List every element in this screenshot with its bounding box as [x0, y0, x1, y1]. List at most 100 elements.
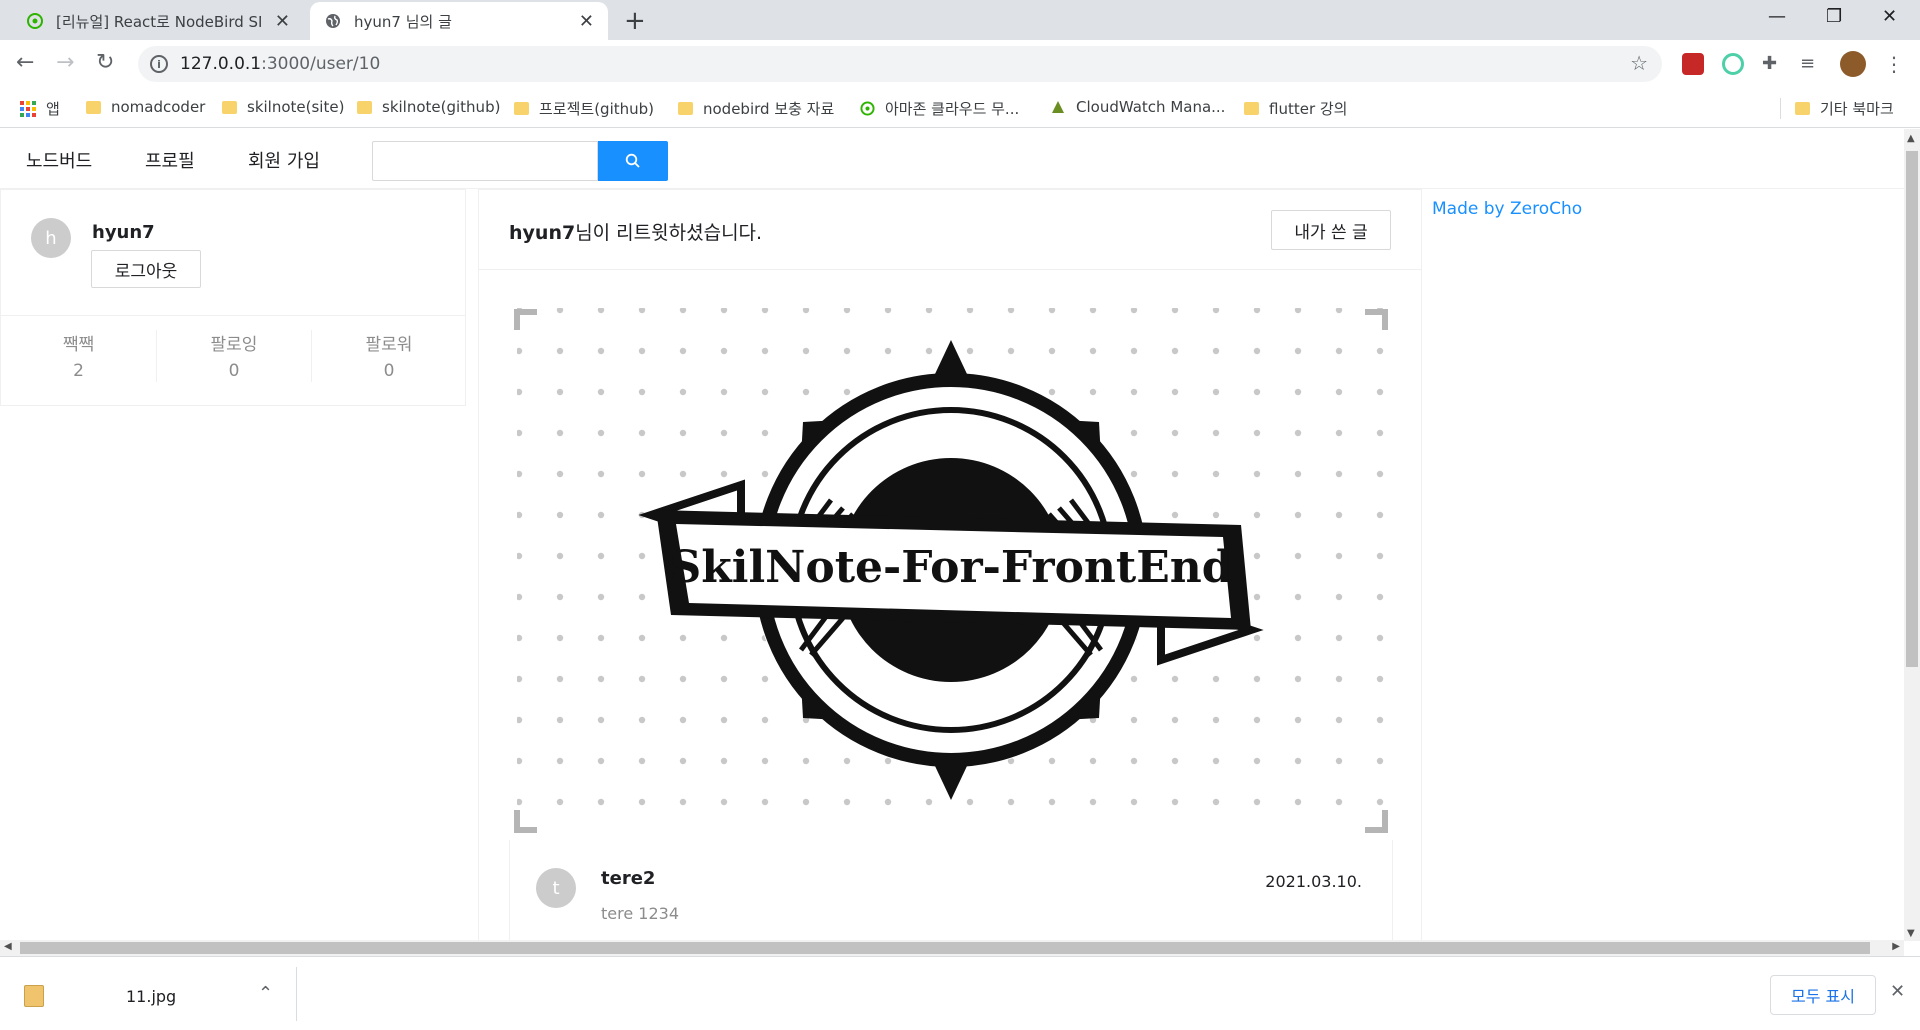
inflearn-icon — [26, 12, 44, 30]
address-bar[interactable]: i 127.0.0.1:3000/user/10 ☆ — [138, 46, 1662, 82]
bookmark-label: nomadcoder — [111, 98, 206, 116]
new-tab-icon[interactable]: + — [624, 6, 646, 36]
stat-value: 0 — [228, 361, 240, 381]
info-icon[interactable]: i — [150, 55, 168, 73]
bookmark-label: flutter 강의 — [1269, 100, 1348, 118]
bookmark-label: skilnote(github) — [382, 98, 501, 116]
url-path: :3000/user/10 — [261, 54, 381, 74]
menu-item-profile[interactable]: 프로필 — [145, 147, 195, 173]
cloudwatch-icon — [1052, 101, 1064, 113]
retweet-header: hyun7님이 리트윗하셨습니다. 내가 쓴 글 — [479, 190, 1421, 270]
browser-toolbar: ← → ↻ i 127.0.0.1:3000/user/10 ☆ ✚ ≡ ⋮ — [0, 40, 1920, 88]
author-avatar: t — [536, 868, 576, 908]
url-host: 127.0.0.1 — [180, 54, 262, 74]
retweet-title: hyun7님이 리트윗하셨습니다. — [509, 218, 762, 245]
author-name[interactable]: tere2 — [601, 868, 655, 889]
stat-followings: 팔로잉 0 — [156, 330, 311, 382]
retweeter-name: hyun7 — [509, 222, 576, 244]
image-file-icon — [24, 985, 44, 1007]
bookmark-label: 아마존 클라우드 무... — [885, 100, 1020, 118]
other-bookmarks[interactable]: 기타 북마크 — [1780, 98, 1894, 119]
bookmark-item[interactable]: skilnote(site) — [222, 98, 344, 116]
post-image-graphic: SkilNote-For-FrontEnd — [509, 300, 1393, 840]
bookmark-star-icon[interactable]: ☆ — [1630, 51, 1648, 75]
extension-icon[interactable] — [1682, 53, 1704, 75]
retweeted-post: SkilNote-For-FrontEnd t tere2 2021.03.10… — [509, 300, 1393, 941]
bookmark-item[interactable]: skilnote(github) — [357, 98, 500, 116]
bookmark-label: CloudWatch Mana... — [1076, 98, 1226, 116]
show-all-button[interactable]: 모두 표시 — [1770, 975, 1876, 1015]
back-icon[interactable]: ← — [16, 50, 34, 75]
stat-value: 0 — [383, 361, 395, 381]
puzzle-icon[interactable]: ✚ — [1762, 53, 1784, 75]
tab-title: [리뉴얼] React로 NodeBird SNS — [56, 12, 261, 31]
bookmark-label: skilnote(site) — [247, 98, 345, 116]
download-file-name[interactable]: 11.jpg — [126, 987, 176, 1006]
reload-icon[interactable]: ↻ — [96, 50, 114, 75]
close-icon[interactable]: ✕ — [1890, 981, 1905, 1002]
close-icon[interactable]: ✕ — [275, 11, 290, 32]
tab-strip: [리뉴얼] React로 NodeBird SNS ✕ hyun7 님의 글 ✕… — [0, 0, 1920, 40]
folder-icon — [1244, 102, 1259, 115]
menu-item-home[interactable]: 노드버드 — [26, 147, 92, 173]
search-icon — [625, 153, 640, 168]
user-nickname: hyun7 — [92, 222, 155, 243]
post-content: tere 1234 — [601, 904, 679, 923]
post-image-text: SkilNote-For-FrontEnd — [669, 542, 1232, 593]
folder-icon — [86, 100, 101, 114]
scroll-up-icon[interactable]: ▲ — [1907, 133, 1915, 144]
bookmark-item[interactable]: 아마존 클라우드 무... — [860, 98, 1019, 119]
post-image[interactable]: SkilNote-For-FrontEnd — [509, 300, 1393, 840]
scroll-right-icon[interactable]: ▶ — [1892, 941, 1900, 952]
search-button[interactable] — [598, 141, 668, 181]
tab-nodebird[interactable]: [리뉴얼] React로 NodeBird SNS ✕ — [12, 2, 304, 40]
close-icon[interactable]: ✕ — [579, 11, 594, 32]
media-control-icon[interactable]: ≡ — [1800, 53, 1822, 75]
post-meta: t tere2 2021.03.10. tere 1234 — [509, 840, 1393, 941]
bookmark-item[interactable]: CloudWatch Mana... — [1050, 98, 1225, 116]
restore-icon[interactable]: ❐ — [1826, 6, 1842, 27]
scroll-down-icon[interactable]: ▼ — [1907, 928, 1915, 939]
stat-value: 2 — [73, 361, 84, 381]
bookmark-item[interactable]: flutter 강의 — [1244, 98, 1347, 119]
extension-icon[interactable] — [1722, 53, 1744, 75]
bookmark-apps[interactable]: 앱 — [20, 98, 60, 119]
chevron-up-icon[interactable]: ⌃ — [258, 983, 273, 1004]
scroll-left-icon[interactable]: ◀ — [4, 941, 12, 952]
window-close-icon[interactable]: ✕ — [1882, 6, 1897, 27]
bookmark-label: nodebird 보충 자료 — [703, 100, 835, 118]
my-posts-button[interactable]: 내가 쓴 글 — [1271, 210, 1391, 250]
menu-item-signup[interactable]: 회원 가입 — [248, 147, 320, 173]
horizontal-scroll-thumb[interactable] — [20, 942, 1870, 954]
bookmark-item[interactable]: nomadcoder — [86, 98, 205, 116]
folder-icon — [678, 102, 693, 115]
stat-tweets: 짹짹 2 — [1, 330, 156, 381]
tab-active[interactable]: hyun7 님의 글 ✕ — [310, 2, 608, 40]
globe-icon — [324, 12, 342, 30]
horizontal-scrollbar[interactable]: ◀ ▶ — [0, 940, 1904, 956]
apps-grid-icon — [20, 100, 36, 117]
bookmark-item[interactable]: 프로젝트(github) — [514, 98, 654, 119]
vertical-scroll-thumb[interactable] — [1906, 151, 1918, 667]
bookmark-label: 앱 — [46, 100, 60, 118]
search-input[interactable] — [372, 141, 598, 181]
logout-button[interactable]: 로그아웃 — [91, 250, 201, 288]
post-card: hyun7님이 리트윗하셨습니다. 내가 쓴 글 SkilNote-For-Fr… — [478, 189, 1422, 941]
stat-label: 팔로잉 — [210, 335, 258, 355]
bookmark-item[interactable]: nodebird 보충 자료 — [678, 98, 834, 119]
downloads-bar: 11.jpg ⌃ 모두 표시 ✕ — [0, 956, 1920, 1030]
vertical-scrollbar[interactable]: ▲ ▼ — [1904, 129, 1920, 941]
minimize-icon[interactable]: — — [1768, 6, 1786, 27]
inflearn-icon — [860, 101, 875, 116]
made-by-link[interactable]: Made by ZeroCho — [1432, 199, 1582, 219]
folder-icon — [222, 100, 237, 114]
menu-kebab-icon[interactable]: ⋮ — [1884, 52, 1904, 76]
forward-icon[interactable]: → — [56, 50, 74, 75]
top-menu: 노드버드 프로필 회원 가입 — [0, 129, 1904, 189]
stat-label: 짹짹 — [62, 335, 95, 355]
folder-icon — [357, 100, 372, 114]
profile-avatar[interactable] — [1840, 51, 1866, 77]
retweet-text: 님이 리트윗하셨습니다. — [575, 222, 763, 244]
stat-followers: 팔로워 0 — [311, 330, 466, 382]
folder-icon — [1795, 102, 1810, 115]
